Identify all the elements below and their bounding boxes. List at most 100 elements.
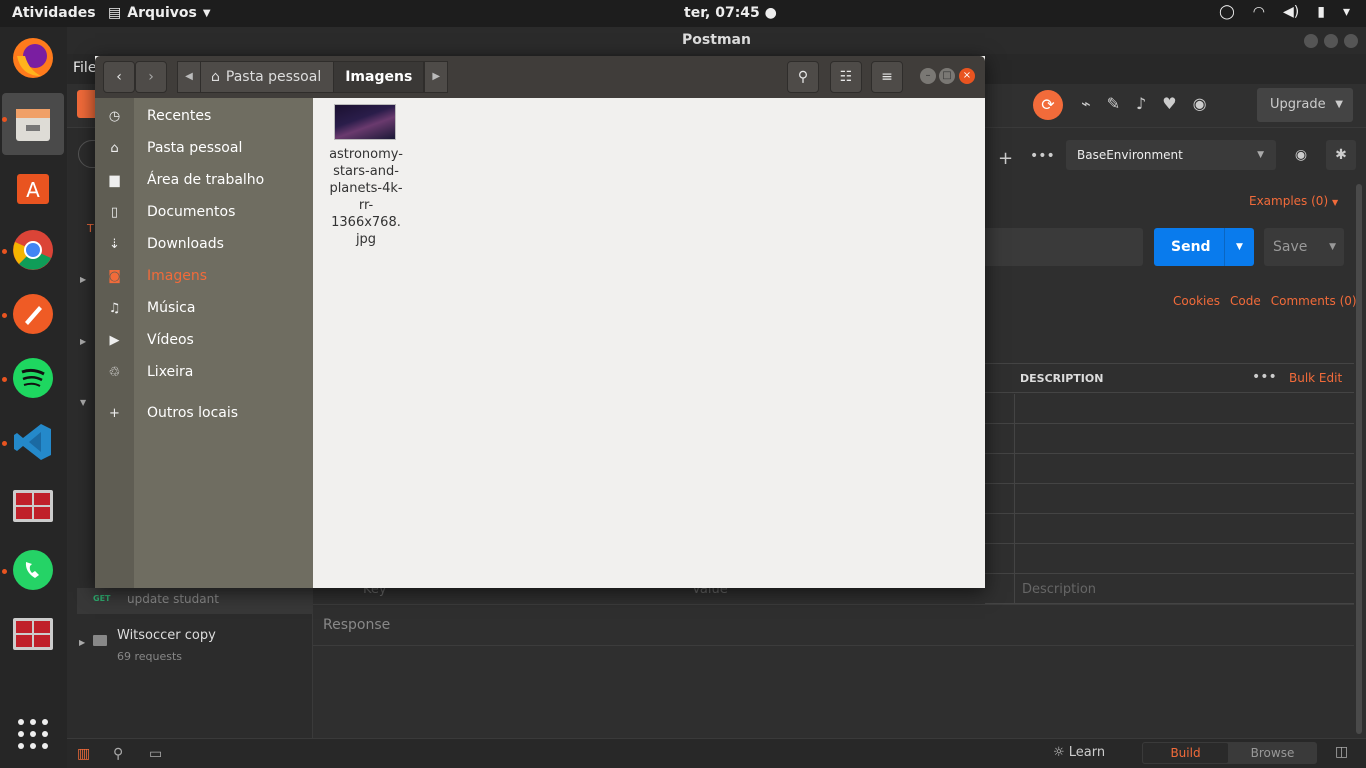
download-icon: ⇣	[109, 236, 120, 252]
chevron-down-icon[interactable]: ▼	[1224, 228, 1254, 266]
terminal-icon[interactable]	[8, 481, 58, 531]
running-indicator	[2, 117, 7, 122]
maximize-button[interactable]	[1324, 34, 1338, 48]
clock[interactable]: ter, 07:45 ●	[684, 5, 777, 21]
sidebar-item-musica[interactable]: ♫ Música	[95, 292, 313, 324]
sidebar-item-outros-locais[interactable]: + Outros locais	[95, 397, 313, 429]
chrome-icon[interactable]	[8, 225, 58, 275]
sidebar-item-imagens[interactable]: ◙ Imagens	[95, 260, 313, 292]
sidebar-item-recentes[interactable]: ◷ Recentes	[95, 100, 313, 132]
close-button[interactable]	[1344, 34, 1358, 48]
minimize-button[interactable]: –	[920, 68, 936, 84]
system-tray[interactable]: ◯ ◠ ◀) ▮ ▾	[1219, 4, 1350, 20]
more-icon[interactable]: •••	[1030, 148, 1055, 164]
eye-icon[interactable]: ◉	[1286, 140, 1316, 170]
collapse-icon[interactable]: ▼	[80, 398, 86, 407]
layout-icon[interactable]: ◫	[1335, 744, 1348, 760]
list-item[interactable]: GET update studant	[77, 588, 313, 614]
software-center-icon[interactable]: A	[8, 161, 58, 211]
breadcrumb-current[interactable]: Imagens	[334, 61, 425, 93]
console-icon[interactable]: ▭	[149, 746, 162, 762]
sidebar-tab[interactable]: T	[87, 222, 94, 235]
show-applications-icon[interactable]	[8, 709, 58, 759]
power-menu-icon[interactable]: ▾	[1343, 4, 1350, 20]
svg-text:A: A	[26, 178, 40, 202]
upgrade-button[interactable]: Upgrade ▼	[1257, 88, 1353, 122]
postman-dock-icon[interactable]	[8, 289, 58, 339]
app-menu[interactable]: ▤ Arquivos ▼	[108, 5, 211, 21]
files-dock-icon[interactable]	[2, 93, 64, 155]
menu-file[interactable]: File	[73, 60, 96, 76]
browse-tab[interactable]: Browse	[1230, 743, 1315, 763]
file-view[interactable]: astronomy- stars-and- planets-4k- rr- 13…	[314, 98, 985, 588]
sidebar-item-downloads[interactable]: ⇣ Downloads	[95, 228, 313, 260]
battery-icon[interactable]: ▮	[1317, 4, 1325, 20]
firefox-icon[interactable]	[8, 33, 58, 83]
sidebar-item-documentos[interactable]: ▯ Documentos	[95, 196, 313, 228]
volume-icon[interactable]: ◀)	[1283, 4, 1299, 20]
sync-icon[interactable]: ⟳	[1033, 90, 1063, 120]
collection-item[interactable]: ▶ Witsoccer copy 69 requests	[77, 624, 313, 674]
sidebar-item-pasta-pessoal[interactable]: ⌂ Pasta pessoal	[95, 132, 313, 164]
description-input[interactable]: Description	[1022, 582, 1096, 597]
more-icon[interactable]: •••	[1252, 369, 1277, 385]
breadcrumb-home[interactable]: ⌂ Pasta pessoal	[201, 61, 335, 93]
terminal-icon[interactable]	[8, 609, 58, 659]
breadcrumb-left-arrow[interactable]: ◀	[177, 61, 201, 93]
collection-name: Witsoccer copy	[117, 628, 216, 643]
gear-icon[interactable]: ✱	[1326, 140, 1356, 170]
code-link[interactable]: Code	[1230, 294, 1261, 308]
file-item[interactable]: astronomy- stars-and- planets-4k- rr- 13…	[324, 104, 408, 248]
chevron-down-icon: ▼	[202, 7, 211, 19]
sidebar-item-videos[interactable]: ▶ Vídeos	[95, 324, 313, 356]
menu-icon[interactable]: ≡	[871, 61, 903, 93]
breadcrumb-right-arrow[interactable]: ▶	[424, 61, 449, 93]
whatsapp-tray-icon[interactable]: ◯	[1219, 4, 1235, 20]
expand-icon[interactable]: ▶	[79, 638, 85, 647]
save-button[interactable]: Save ▼	[1264, 228, 1344, 266]
places-sidebar: ◷ Recentes ⌂ Pasta pessoal ▆ Área de tra…	[95, 98, 313, 588]
cookies-link[interactable]: Cookies	[1173, 294, 1220, 308]
learn-button[interactable]: ☼ Learn	[1053, 745, 1105, 760]
vscode-icon[interactable]	[8, 417, 58, 467]
bulk-edit-link[interactable]: Bulk Edit	[1289, 371, 1342, 385]
expand-icon[interactable]: ▶	[80, 337, 86, 346]
wifi-icon[interactable]: ◠	[1253, 4, 1265, 20]
find-icon[interactable]: ⚲	[113, 746, 123, 762]
chevron-down-icon[interactable]: ▼	[1329, 228, 1336, 266]
sidebar-item-area-de-trabalho[interactable]: ▆ Área de trabalho	[95, 164, 313, 196]
add-tab-button[interactable]: +	[998, 148, 1013, 169]
environment-select[interactable]: BaseEnvironment ▼	[1066, 140, 1276, 170]
tabs-controls: + •••	[998, 148, 1055, 184]
bell-icon[interactable]: ♪	[1136, 94, 1146, 113]
build-tab[interactable]: Build	[1143, 743, 1228, 763]
examples-dropdown[interactable]: Examples (0) ▼	[1249, 194, 1338, 208]
running-indicator	[2, 249, 7, 254]
sidebar-toggle-icon[interactable]: ▥	[77, 746, 90, 762]
postman-window-controls[interactable]	[1304, 34, 1358, 48]
profile-icon[interactable]: ◉	[1193, 94, 1207, 113]
scrollbar[interactable]	[1356, 184, 1362, 734]
minimize-button[interactable]	[1304, 34, 1318, 48]
maximize-button[interactable]: □	[939, 68, 955, 84]
running-indicator	[2, 441, 7, 446]
forward-button[interactable]: ›	[135, 61, 167, 93]
home-icon: ⌂	[211, 69, 220, 85]
url-input[interactable]	[985, 228, 1143, 266]
table-row	[985, 394, 1354, 424]
view-toggle-icon[interactable]: ☷	[830, 61, 862, 93]
comments-link[interactable]: Comments (0)	[1271, 294, 1357, 308]
send-button[interactable]: Send ▼	[1154, 228, 1254, 266]
whatsapp-icon[interactable]	[8, 545, 58, 595]
header-icons: ⌁ ✎ ♪ ♥ ◉	[1081, 94, 1207, 113]
expand-icon[interactable]: ▶	[80, 275, 86, 284]
close-button[interactable]: ×	[959, 68, 975, 84]
activities-button[interactable]: Atividades	[12, 5, 96, 21]
wrench-icon[interactable]: ✎	[1107, 94, 1120, 113]
sidebar-item-lixeira[interactable]: ♲ Lixeira	[95, 356, 313, 388]
spotify-icon[interactable]	[8, 353, 58, 403]
search-icon[interactable]: ⚲	[787, 61, 819, 93]
back-button[interactable]: ‹	[103, 61, 135, 93]
satellite-icon[interactable]: ⌁	[1081, 94, 1091, 113]
heart-icon[interactable]: ♥	[1162, 94, 1176, 113]
